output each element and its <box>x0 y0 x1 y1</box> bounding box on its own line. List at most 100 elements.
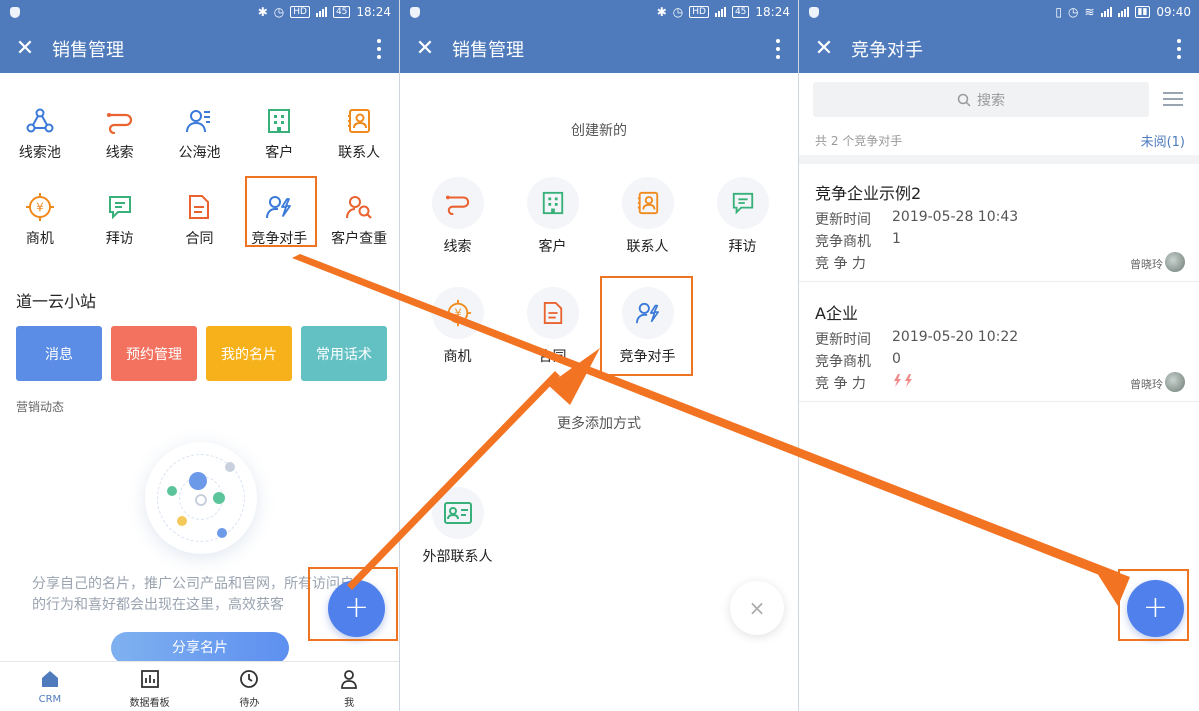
lightning-icon <box>892 373 916 393</box>
battery-icon: 45 <box>731 6 750 18</box>
close-icon[interactable]: ✕ <box>14 37 36 60</box>
highlight-create-competitor <box>600 276 693 376</box>
bottom-tab-bar: CRM 数据看板 待办 我 <box>0 661 399 711</box>
owner-name: 曾晓玲 <box>1130 378 1163 391</box>
module-label: 线索 <box>105 145 134 161</box>
create-new-title: 创建新的 <box>571 123 627 139</box>
status-time: 18:24 <box>356 5 391 19</box>
module-label: 合同 <box>185 231 214 247</box>
wifi-icon: ≋ <box>1084 5 1095 19</box>
building-icon <box>268 109 291 133</box>
module-contract[interactable]: 合同 <box>160 192 240 248</box>
list-item[interactable]: A企业 更新时间 2019-05-20 10:22 竞争商机 0 竞 争 力 曾晓玲 <box>799 284 1199 402</box>
module-clue[interactable]: 线索 <box>80 106 160 162</box>
create-clue[interactable]: 线索 <box>410 177 505 256</box>
create-row1: 线索 客户 联系人 拜访 <box>410 177 790 256</box>
external-row: 外部联系人 <box>410 487 505 566</box>
message-icon <box>732 192 753 215</box>
module-contact[interactable]: 联系人 <box>319 106 399 162</box>
bluetooth-icon: ✱ <box>656 5 667 19</box>
tile-my-card[interactable]: 我的名片 <box>206 326 292 381</box>
module-public-pool[interactable]: 公海池 <box>160 106 240 162</box>
search-placeholder: 搜索 <box>977 92 1005 109</box>
tab-me[interactable]: 我 <box>299 662 399 711</box>
competitor-name: A企业 <box>815 304 858 323</box>
tile-scripts[interactable]: 常用话术 <box>301 326 387 381</box>
module-visit[interactable]: 拜访 <box>80 192 160 248</box>
user-search-icon <box>346 196 372 219</box>
section-title: 道一云小站 <box>16 292 97 311</box>
field-value: 0 <box>892 351 901 367</box>
more-menu-icon[interactable] <box>776 39 780 59</box>
module-label: 商机 <box>25 231 54 247</box>
page-title: 销售管理 <box>52 39 124 61</box>
search-input[interactable]: 搜索 <box>813 82 1149 117</box>
search-icon <box>957 93 971 107</box>
message-icon <box>108 196 131 220</box>
status-bar: ✱ ◷ HD 45 18:24 <box>400 0 798 24</box>
tile-messages[interactable]: 消息 <box>16 326 102 381</box>
module-clue-pool[interactable]: 线索池 <box>0 106 80 162</box>
battery-icon: 45 <box>332 6 351 18</box>
tab-todo[interactable]: 待办 <box>200 662 300 711</box>
document-icon <box>543 302 562 324</box>
avatar <box>167 486 177 496</box>
create-contract[interactable]: 合同 <box>505 287 600 366</box>
visitor-orbit-illustration <box>145 442 257 554</box>
home-icon <box>41 671 58 687</box>
module-opportunity[interactable]: ¥ 商机 <box>0 192 80 248</box>
list-item[interactable]: 竞争企业示例2 更新时间 2019-05-28 10:43 竞争商机 1 竞 争 力… <box>799 164 1199 282</box>
alarm-icon: ◷ <box>273 5 285 19</box>
module-customer[interactable]: 客户 <box>239 106 319 162</box>
create-label: 外部联系人 <box>422 549 493 565</box>
battery-icon: ▮▮ <box>1134 6 1151 18</box>
avatar <box>195 494 207 506</box>
avatar <box>189 472 207 490</box>
building-icon <box>542 191 563 215</box>
app-bar: ✕ 销售管理 <box>400 24 798 73</box>
shield-icon <box>410 6 420 18</box>
avatar <box>217 528 227 538</box>
module-duplicate-check[interactable]: 客户查重 <box>319 192 399 248</box>
more-menu-icon[interactable] <box>1177 39 1181 59</box>
yuan-target-icon: ¥ <box>444 299 471 327</box>
feature-tiles: 消息 预约管理 我的名片 常用话术 <box>16 326 387 381</box>
create-visit[interactable]: 拜访 <box>695 177 790 256</box>
highlight-add-button <box>1118 569 1189 641</box>
hd-badge: HD <box>689 6 709 18</box>
field-value: 1 <box>892 231 901 247</box>
close-icon[interactable]: ✕ <box>414 37 436 60</box>
competitor-name: 竞争企业示例2 <box>815 184 922 203</box>
create-customer[interactable]: 客户 <box>505 177 600 256</box>
create-external-contact[interactable]: 外部联系人 <box>410 487 505 566</box>
create-label: 客户 <box>538 239 567 255</box>
avatar <box>213 492 225 504</box>
field-value: 2019-05-20 10:22 <box>892 329 1019 345</box>
hd-badge: HD <box>290 6 310 18</box>
tab-dashboard[interactable]: 数据看板 <box>100 662 200 711</box>
list-view-icon[interactable] <box>1163 92 1183 110</box>
tab-label: CRM <box>38 694 62 705</box>
field-label: 更新时间 <box>815 212 871 228</box>
people-icon <box>186 110 211 133</box>
create-opportunity[interactable]: ¥ 商机 <box>410 287 505 366</box>
close-menu-button[interactable]: × <box>730 581 784 635</box>
tile-appointments[interactable]: 预约管理 <box>111 326 197 381</box>
close-icon[interactable]: ✕ <box>813 37 835 60</box>
field-label: 竞争商机 <box>815 354 871 370</box>
highlight-add-button <box>308 567 398 641</box>
signal-icon <box>1100 7 1112 17</box>
unread-filter-link[interactable]: 未阅(1) <box>1141 131 1185 150</box>
module-label: 公海池 <box>178 145 221 161</box>
share-card-button[interactable]: 分享名片 <box>111 632 289 664</box>
create-contact[interactable]: 联系人 <box>600 177 695 256</box>
create-label: 拜访 <box>728 239 757 255</box>
contact-card-icon <box>637 191 658 215</box>
tab-crm[interactable]: CRM <box>0 662 100 711</box>
more-menu-icon[interactable] <box>377 39 381 59</box>
owner-name: 曾晓玲 <box>1130 258 1163 271</box>
highlight-competitor <box>245 176 317 247</box>
svg-text:¥: ¥ <box>36 201 44 215</box>
create-label: 联系人 <box>626 239 669 255</box>
shield-icon <box>10 6 20 18</box>
